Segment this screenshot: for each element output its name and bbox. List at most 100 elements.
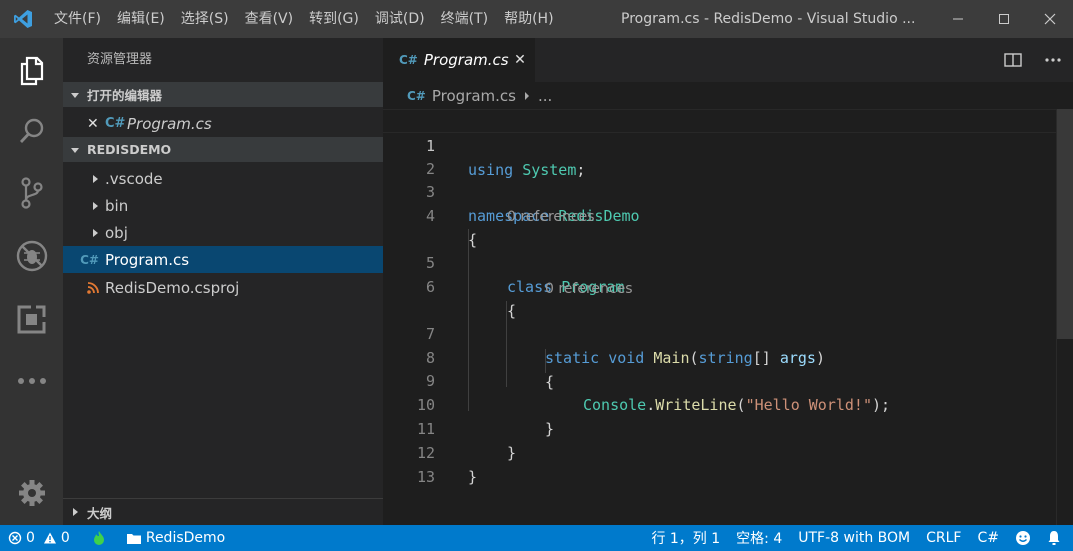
open-editors-label: 打开的编辑器 [87,88,163,103]
source-control-icon [20,177,43,209]
more-actions-button[interactable] [1033,38,1073,82]
code-line: 2 [383,133,1057,178]
flame-icon [93,531,104,545]
explorer-icon [20,56,43,86]
more-icon [17,378,46,384]
sidebar-title: 资源管理器 [87,52,153,67]
tree-item-label: obj [105,223,128,242]
code-line: 9 Console.WriteLine("Hello World!"); [383,345,1057,414]
tree-item-label: Program.cs [105,250,190,269]
line-number: 6 [425,278,435,296]
search-icon [19,118,43,143]
code-line: 6 { [383,251,1057,320]
project-label: REDISDEMO [87,142,172,157]
activity-more[interactable] [0,351,63,411]
scrollbar-thumb[interactable] [1057,109,1073,339]
flame-status[interactable] [84,525,114,551]
activity-extensions[interactable] [0,288,63,348]
csharp-file-icon: C# [399,53,418,67]
tree-item-csproj[interactable]: RedisDemo.csproj [63,274,383,301]
line-number: 13 [416,468,435,486]
folder-icon [126,533,141,544]
chevron-down-icon [63,145,87,155]
maximize-icon [999,14,1009,24]
open-editor-item[interactable]: ✕ C# Program.cs [63,110,383,137]
menu-view[interactable]: 查看(V) [237,0,302,38]
editor-tab-bar: C# Program.cs ✕ [383,38,1073,82]
activity-search[interactable] [0,101,63,161]
tree-item-label: bin [105,196,129,215]
feedback-button[interactable] [1007,525,1039,551]
error-icon [8,531,22,545]
cursor-position[interactable]: 行 1，列 1 [643,525,728,551]
tree-item-bin[interactable]: bin [63,192,383,219]
window-title: Program.cs - RedisDemo - Visual Studio .… [621,11,916,27]
chevron-right-icon [63,228,105,238]
status-bar-right: 行 1，列 1 空格: 4 UTF-8 with BOM CRLF C# [643,525,1073,551]
window-controls [935,0,1073,38]
tree-item-vscode[interactable]: .vscode [63,165,383,192]
open-editor-label: Program.cs [127,114,212,133]
activity-bar [0,38,63,525]
chevron-right-icon [63,507,87,517]
debug-icon [16,240,47,272]
breadcrumb-more[interactable]: ... [538,87,552,105]
code-lens-references[interactable]: 0 references [507,207,595,227]
activity-debug[interactable] [0,226,63,286]
outline-label: 大纲 [87,505,113,521]
encoding[interactable]: UTF-8 with BOM [790,525,918,551]
code-line: 8 { [383,322,1057,391]
indentation[interactable]: 空格: 4 [728,525,790,551]
menu-go[interactable]: 转到(G) [301,0,367,38]
tree-item-obj[interactable]: obj [63,219,383,246]
outline-header[interactable]: 大纲 [63,498,383,525]
menu-edit[interactable]: 编辑(E) [109,0,173,38]
code-line: 10 } [383,369,1057,438]
csharp-file-icon: C# [105,116,126,131]
language-mode[interactable]: C# [969,525,1007,551]
menu-selection[interactable]: 选择(S) [173,0,237,38]
close-editor-icon[interactable]: ✕ [87,116,105,132]
menu-terminal[interactable]: 终端(T) [433,0,496,38]
code-editor[interactable]: 1 using System; 2 3 namespace RedisDemo … [383,109,1073,525]
breadcrumb: C# Program.cs ... [383,82,1073,109]
tree-item-label: .vscode [105,169,163,188]
activity-settings[interactable] [0,463,63,523]
menu-debug[interactable]: 调试(D) [367,0,433,38]
csharp-file-icon: C# [80,252,99,267]
project-header[interactable]: REDISDEMO [63,137,383,162]
tree-item-program-cs[interactable]: C# Program.cs [63,246,383,273]
split-editor-icon [1004,53,1022,67]
vscode-logo-icon [0,0,46,38]
line-number: 4 [425,207,435,225]
warning-count: 0 [60,530,70,546]
end-of-line[interactable]: CRLF [918,525,969,551]
notifications-button[interactable] [1039,525,1073,551]
activity-source-control[interactable] [0,163,63,223]
minimize-icon [953,18,963,20]
maximize-button[interactable] [981,0,1027,38]
warning-icon [43,532,56,544]
close-window-button[interactable] [1027,0,1073,38]
csharp-file-icon: C# [407,88,426,103]
workspace-folder-label: RedisDemo [145,530,226,546]
menu-help[interactable]: 帮助(H) [496,0,561,38]
minimize-button[interactable] [935,0,981,38]
close-tab-icon[interactable]: ✕ [511,50,529,70]
activity-explorer[interactable] [0,41,63,101]
tab-program-cs[interactable]: C# Program.cs ✕ [383,38,535,82]
code-line: 4 { [383,180,1057,249]
workspace-folder[interactable]: RedisDemo [118,525,233,551]
code-line: 5 class Program [383,227,1057,296]
code-line: 1 using System; [383,109,1057,179]
breadcrumb-file[interactable]: Program.cs [432,87,516,105]
menu-file[interactable]: 文件(F) [46,0,109,38]
code-lens-references[interactable]: 0 references [545,279,633,299]
open-editors-header[interactable]: 打开的编辑器 [63,82,383,107]
status-bar: 0 0 RedisDemo 行 1，列 1 空格: 4 UTF-8 with B… [0,525,1073,551]
split-editor-button[interactable] [993,38,1033,82]
problems-indicator[interactable]: 0 0 [0,525,78,551]
editor-scrollbar[interactable] [1056,109,1073,525]
error-count: 0 [26,530,35,546]
sidebar-explorer: 资源管理器 打开的编辑器 ✕ C# Program.cs REDISDEMO .… [63,38,383,525]
